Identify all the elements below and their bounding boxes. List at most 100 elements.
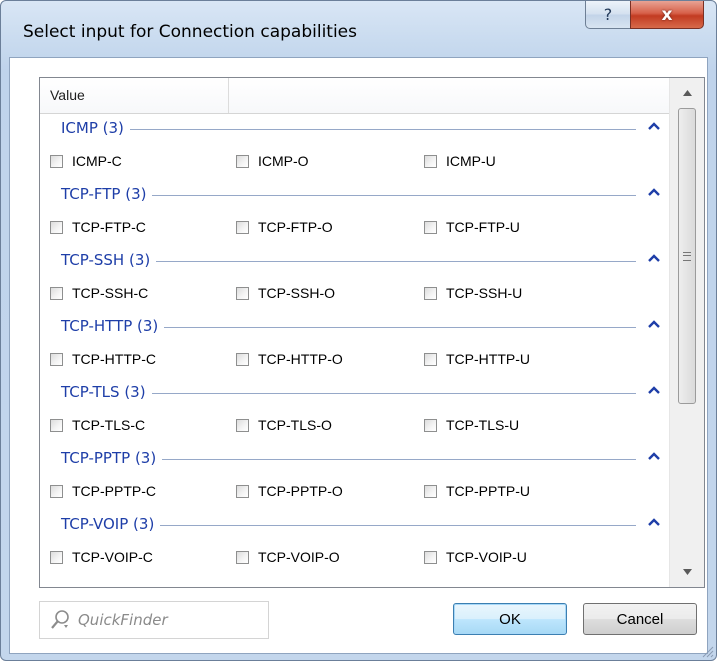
collapse-chevron-icon[interactable] — [646, 119, 662, 135]
checkbox-item[interactable]: TCP-SSH-O — [236, 278, 335, 308]
checkbox[interactable] — [424, 352, 437, 366]
group-title: TCP-TLS (3) — [61, 383, 152, 401]
checkbox-item[interactable]: TCP-PPTP-C — [50, 476, 156, 506]
quickfinder-field[interactable] — [39, 601, 269, 639]
quickfinder-input[interactable] — [76, 610, 260, 630]
checkbox-item[interactable]: TCP-TLS-O — [236, 410, 332, 440]
scroll-up-button[interactable] — [670, 78, 704, 108]
collapse-chevron-icon[interactable] — [646, 383, 662, 399]
checkbox[interactable] — [236, 418, 249, 432]
group-title: ICMP (3) — [61, 119, 130, 137]
group-header[interactable]: TCP-SSH (3) — [61, 246, 662, 276]
checkbox-item[interactable]: TCP-PPTP-U — [424, 476, 530, 506]
checkbox-item[interactable]: TCP-VOIP-U — [424, 542, 527, 572]
collapse-chevron-icon[interactable] — [646, 251, 662, 267]
help-button[interactable]: ? — [585, 1, 631, 29]
checkbox-label: TCP-SSH-O — [258, 285, 335, 301]
scroll-down-button[interactable] — [670, 557, 704, 587]
checkbox[interactable] — [236, 154, 249, 168]
group-section: TCP-FTP (3) TCP-FTP-C TCP-FTP-O TCP-FTP-U — [40, 180, 670, 246]
checkbox-item[interactable]: TCP-HTTP-C — [50, 344, 156, 374]
checkbox[interactable] — [50, 286, 63, 300]
checkbox-item[interactable]: TCP-VOIP-O — [236, 542, 340, 572]
group-header[interactable]: TCP-FTP (3) — [61, 180, 662, 210]
close-button[interactable]: x — [630, 1, 704, 29]
group-section: ICMP (3) ICMP-C ICMP-O ICMP-U — [40, 114, 670, 180]
checkbox-label: TCP-HTTP-C — [72, 351, 156, 367]
checkbox[interactable] — [236, 220, 249, 234]
scroll-up-icon — [682, 90, 692, 96]
checkbox-label: TCP-VOIP-C — [72, 549, 153, 565]
checkbox-label: TCP-HTTP-U — [446, 351, 530, 367]
dialog-body: Value ICMP (3) ICMP-C ICMP-O ICMP-U TCP-FTP … — [9, 57, 708, 654]
checkbox-item[interactable]: TCP-FTP-O — [236, 212, 333, 242]
checkbox-item[interactable]: ICMP-U — [424, 146, 496, 176]
checkbox[interactable] — [50, 352, 63, 366]
checkbox-label: TCP-TLS-U — [446, 417, 520, 433]
resize-grip-icon[interactable] — [700, 644, 714, 658]
group-list: ICMP (3) ICMP-C ICMP-O ICMP-U TCP-FTP (3) TCP… — [40, 114, 670, 576]
checkbox-item[interactable]: TCP-VOIP-C — [50, 542, 153, 572]
group-section: TCP-PPTP (3) TCP-PPTP-C TCP-PPTP-O TCP-PPTP… — [40, 444, 670, 510]
group-items: TCP-PPTP-C TCP-PPTP-O TCP-PPTP-U — [50, 476, 670, 506]
group-section: TCP-VOIP (3) TCP-VOIP-C TCP-VOIP-O TCP-VOIP… — [40, 510, 670, 576]
checkbox-label: TCP-TLS-C — [72, 417, 146, 433]
group-header[interactable]: TCP-HTTP (3) — [61, 312, 662, 342]
checkbox-label: TCP-HTTP-O — [258, 351, 343, 367]
collapse-chevron-icon[interactable] — [646, 515, 662, 531]
group-section: TCP-HTTP (3) TCP-HTTP-C TCP-HTTP-O TCP-HTTP… — [40, 312, 670, 378]
checkbox[interactable] — [236, 286, 249, 300]
checkbox-item[interactable]: ICMP-O — [236, 146, 309, 176]
checkbox-item[interactable]: TCP-SSH-C — [50, 278, 148, 308]
group-header[interactable]: TCP-VOIP (3) — [61, 510, 662, 540]
checkbox-item[interactable]: TCP-TLS-U — [424, 410, 519, 440]
checkbox-item[interactable]: TCP-FTP-C — [50, 212, 146, 242]
checkbox-item[interactable]: TCP-TLS-C — [50, 410, 145, 440]
title-bar[interactable]: Select input for Connection capabilities… — [1, 1, 716, 57]
checkbox[interactable] — [424, 220, 437, 234]
checkbox[interactable] — [50, 550, 63, 564]
collapse-chevron-icon[interactable] — [646, 317, 662, 333]
checkbox-label: ICMP-C — [72, 153, 122, 169]
checkbox[interactable] — [50, 154, 63, 168]
group-items: TCP-VOIP-C TCP-VOIP-O TCP-VOIP-U — [50, 542, 670, 572]
checkbox-item[interactable]: TCP-HTTP-U — [424, 344, 530, 374]
checkbox-item[interactable]: TCP-SSH-U — [424, 278, 522, 308]
checkbox[interactable] — [424, 484, 437, 498]
checkbox-item[interactable]: TCP-PPTP-O — [236, 476, 343, 506]
selection-list-panel: Value ICMP (3) ICMP-C ICMP-O ICMP-U TCP-FTP … — [39, 77, 705, 588]
checkbox[interactable] — [50, 220, 63, 234]
checkbox[interactable] — [424, 154, 437, 168]
checkbox[interactable] — [424, 418, 437, 432]
checkbox-label: TCP-PPTP-O — [258, 483, 343, 499]
group-items: ICMP-C ICMP-O ICMP-U — [50, 146, 670, 176]
column-header-value[interactable]: Value — [40, 78, 229, 113]
checkbox-label: ICMP-O — [258, 153, 309, 169]
checkbox-label: TCP-TLS-O — [258, 417, 332, 433]
collapse-chevron-icon[interactable] — [646, 185, 662, 201]
cancel-button[interactable]: Cancel — [583, 603, 697, 635]
checkbox[interactable] — [50, 418, 63, 432]
checkbox[interactable] — [236, 484, 249, 498]
ok-button[interactable]: OK — [453, 603, 567, 635]
checkbox-label: TCP-PPTP-U — [446, 483, 530, 499]
group-title: TCP-VOIP (3) — [61, 515, 161, 533]
checkbox-item[interactable]: TCP-HTTP-O — [236, 344, 343, 374]
checkbox[interactable] — [236, 550, 249, 564]
checkbox[interactable] — [236, 352, 249, 366]
group-header[interactable]: TCP-PPTP (3) — [61, 444, 662, 474]
group-items: TCP-SSH-C TCP-SSH-O TCP-SSH-U — [50, 278, 670, 308]
checkbox-item[interactable]: TCP-FTP-U — [424, 212, 520, 242]
checkbox-item[interactable]: ICMP-C — [50, 146, 122, 176]
checkbox[interactable] — [424, 286, 437, 300]
vertical-scrollbar[interactable] — [669, 78, 704, 587]
group-header[interactable]: TCP-TLS (3) — [61, 378, 662, 408]
group-header[interactable]: ICMP (3) — [61, 114, 662, 144]
help-icon: ? — [603, 5, 613, 24]
search-icon — [51, 610, 69, 629]
checkbox[interactable] — [424, 550, 437, 564]
scroll-thumb[interactable] — [678, 108, 696, 404]
checkbox-label: TCP-FTP-O — [258, 219, 333, 235]
collapse-chevron-icon[interactable] — [646, 449, 662, 465]
checkbox[interactable] — [50, 484, 63, 498]
